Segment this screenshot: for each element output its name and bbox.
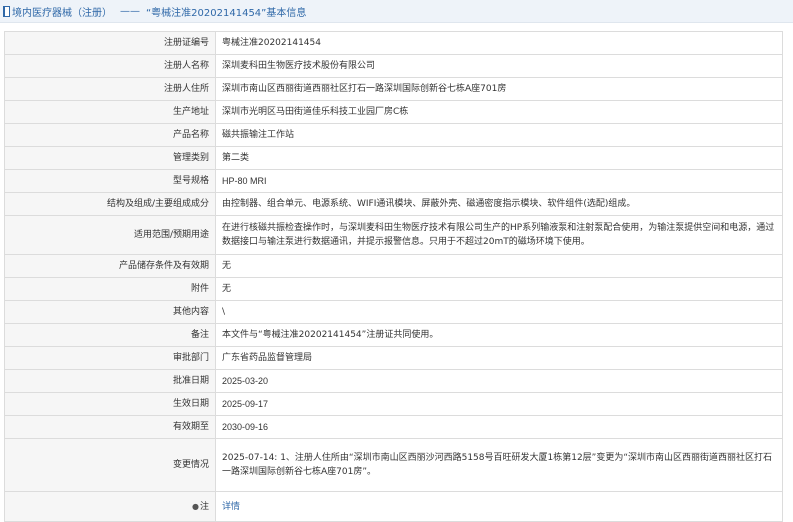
table-row: 注册人住所 深圳市南山区西丽街道西丽社区打石一路深圳国际创新谷七栋A座701房 xyxy=(4,77,783,101)
field-label: 注册证编号 xyxy=(4,31,216,55)
table-row: 管理类别 第二类 xyxy=(4,146,783,170)
field-value: HP-80 MRI xyxy=(215,169,783,193)
field-label: 注册人住所 xyxy=(4,77,216,101)
field-label: 附件 xyxy=(4,277,216,301)
document-icon xyxy=(3,5,10,17)
table-row: 产品储存条件及有效期 无 xyxy=(4,254,783,278)
field-value: 第二类 xyxy=(215,146,783,170)
field-label: 适用范围/预期用途 xyxy=(4,215,216,255)
bullet-icon: ● xyxy=(192,501,199,511)
field-label: 生产地址 xyxy=(4,100,216,124)
field-label: 备注 xyxy=(4,323,216,347)
field-label: 型号规格 xyxy=(4,169,216,193)
table-row: 其他内容 \ xyxy=(4,300,783,324)
field-label: 变更情况 xyxy=(4,438,216,492)
field-label: 有效期至 xyxy=(4,415,216,439)
table-row: 附件 无 xyxy=(4,277,783,301)
table-row: 审批部门 广东省药品监督管理局 xyxy=(4,346,783,370)
field-value: 广东省药品监督管理局 xyxy=(215,346,783,370)
table-row: 注册人名称 深圳麦科田生物医疗技术股份有限公司 xyxy=(4,54,783,78)
table-row: ●注 详情 xyxy=(4,491,783,522)
field-value: 2025-09-17 xyxy=(215,392,783,416)
field-label: 产品储存条件及有效期 xyxy=(4,254,216,278)
field-label: 生效日期 xyxy=(4,392,216,416)
note-label: 注 xyxy=(199,501,209,512)
table-row: 注册证编号 粤械注准20202141454 xyxy=(4,31,783,55)
field-value: 无 xyxy=(215,254,783,278)
field-value: 粤械注准20202141454 xyxy=(215,31,783,55)
header-separator: —— xyxy=(120,5,140,17)
field-value: 深圳市南山区西丽街道西丽社区打石一路深圳国际创新谷七栋A座701房 xyxy=(215,77,783,101)
field-label: 审批部门 xyxy=(4,346,216,370)
field-label: 产品名称 xyxy=(4,123,216,147)
field-value: 深圳麦科田生物医疗技术股份有限公司 xyxy=(215,54,783,78)
page-header: 境内医疗器械（注册） —— “粤械注准20202141454”基本信息 xyxy=(0,0,793,23)
field-value: 2030-09-16 xyxy=(215,415,783,439)
table-row: 变更情况 2025-07-14: 1、注册人住所由“深圳市南山区西丽沙河西路51… xyxy=(4,438,783,492)
table-row: 批准日期 2025-03-20 xyxy=(4,369,783,393)
table-row: 备注 本文件与“粤械注准20202141454”注册证共同使用。 xyxy=(4,323,783,347)
field-label: 结构及组成/主要组成成分 xyxy=(4,192,216,216)
field-label: 注册人名称 xyxy=(4,54,216,78)
table-row: 型号规格 HP-80 MRI xyxy=(4,169,783,193)
table-row: 适用范围/预期用途 在进行核磁共振检查操作时，与深圳麦科田生物医疗技术有限公司生… xyxy=(4,215,783,255)
field-value: 在进行核磁共振检查操作时，与深圳麦科田生物医疗技术有限公司生产的HP系列输液泵和… xyxy=(215,215,783,255)
field-label: 批准日期 xyxy=(4,369,216,393)
field-value: 磁共振输注工作站 xyxy=(215,123,783,147)
field-value: 本文件与“粤械注准20202141454”注册证共同使用。 xyxy=(215,323,783,347)
field-value: \ xyxy=(215,300,783,324)
field-value: 2025-07-14: 1、注册人住所由“深圳市南山区西丽沙河西路5158号百旺… xyxy=(215,438,783,492)
table-row: 生效日期 2025-09-17 xyxy=(4,392,783,416)
field-label: ●注 xyxy=(4,491,216,522)
header-subtitle: “粤械注准20202141454”基本信息 xyxy=(146,7,307,19)
info-table: 注册证编号 粤械注准20202141454 注册人名称 深圳麦科田生物医疗技术股… xyxy=(4,31,783,522)
field-value: 详情 xyxy=(215,491,783,522)
header-category: 境内医疗器械（注册） xyxy=(12,7,112,19)
field-value: 无 xyxy=(215,277,783,301)
field-value: 2025-03-20 xyxy=(215,369,783,393)
field-label: 其他内容 xyxy=(4,300,216,324)
table-row: 有效期至 2030-09-16 xyxy=(4,415,783,439)
table-row: 生产地址 深圳市光明区马田街道佳乐科技工业园厂房C栋 xyxy=(4,100,783,124)
field-value: 深圳市光明区马田街道佳乐科技工业园厂房C栋 xyxy=(215,100,783,124)
field-value: 由控制器、组合单元、电源系统、WIFI通讯模块、屏蔽外壳、磁通密度指示模块、软件… xyxy=(215,192,783,216)
details-link[interactable]: 详情 xyxy=(222,502,240,512)
table-row: 结构及组成/主要组成成分 由控制器、组合单元、电源系统、WIFI通讯模块、屏蔽外… xyxy=(4,192,783,216)
field-label: 管理类别 xyxy=(4,146,216,170)
table-row: 产品名称 磁共振输注工作站 xyxy=(4,123,783,147)
